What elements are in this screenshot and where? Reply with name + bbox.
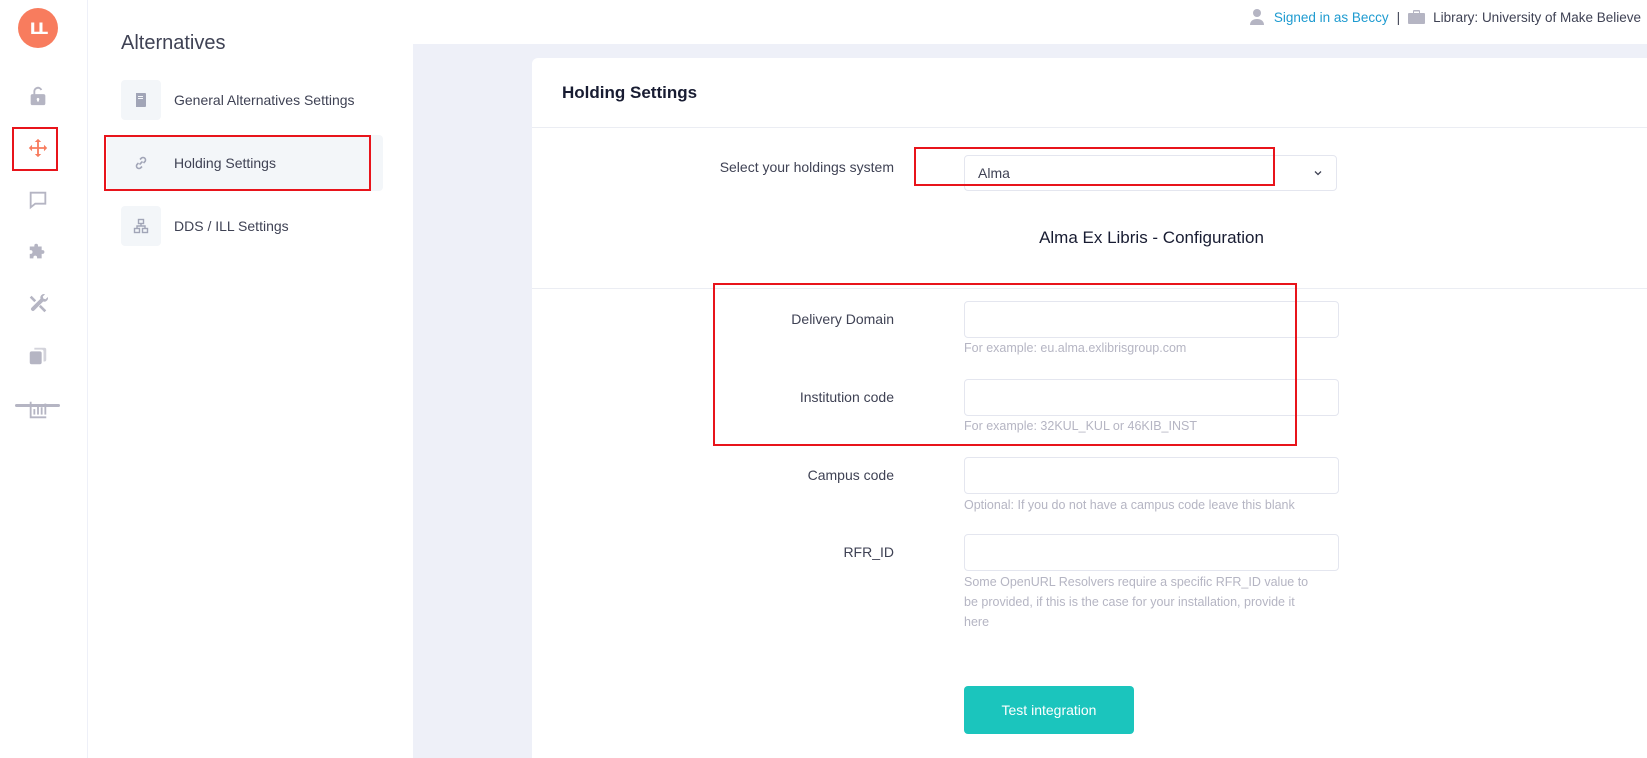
menu-item-label: Holding Settings (174, 155, 276, 171)
app-logo[interactable]: LL (18, 8, 58, 48)
menu-item-label: DDS / ILL Settings (174, 218, 289, 234)
institution-code-label: Institution code (799, 389, 894, 405)
library-label: Library: University of Make Believe (1433, 9, 1641, 25)
menu-item-general-alternatives[interactable]: General Alternatives Settings (107, 72, 383, 128)
campus-code-help: Optional: If you do not have a campus co… (964, 498, 1295, 512)
campus-code-input[interactable] (964, 457, 1339, 494)
delivery-domain-label: Delivery Domain (791, 311, 894, 327)
unlock-icon[interactable] (18, 76, 58, 116)
puzzle-icon[interactable] (18, 232, 58, 272)
chat-bubble-icon[interactable] (18, 180, 58, 220)
holdings-system-select[interactable]: Alma (964, 155, 1337, 191)
menu-item-dds-ill-settings[interactable]: DDS / ILL Settings (107, 198, 383, 254)
delivery-domain-help: For example: eu.alma.exlibrisgroup.com (964, 341, 1187, 355)
configuration-title: Alma Ex Libris - Configuration (1039, 228, 1264, 247)
bar-chart-icon[interactable] (18, 390, 58, 430)
campus-code-label: Campus code (807, 467, 894, 483)
test-integration-button[interactable]: Test integration (964, 686, 1134, 734)
institution-code-help: For example: 32KUL_KUL or 46KIB_INST (964, 419, 1197, 433)
submenu-title: Alternatives (121, 32, 226, 54)
tools-icon[interactable] (18, 284, 58, 324)
topbar: Signed in as Beccy | Library: University… (1249, 6, 1641, 28)
holding-settings-card: Holding Settings Select your holdings sy… (532, 58, 1647, 758)
signed-in-link[interactable]: Signed in as Beccy (1274, 10, 1389, 25)
book-icon (121, 80, 161, 120)
app-root: LL Alternatives General Alternatives Set… (0, 0, 1647, 758)
network-icon (121, 206, 161, 246)
rfr-id-input[interactable] (964, 534, 1339, 571)
rfr-id-help: Some OpenURL Resolvers require a specifi… (964, 575, 1309, 629)
link-icon (121, 143, 161, 183)
briefcase-icon (1408, 10, 1426, 24)
alternatives-menu: Alternatives General Alternatives Settin… (89, 0, 413, 758)
card-header: Holding Settings (532, 58, 1647, 128)
copies-icon[interactable] (18, 336, 58, 376)
rfr-id-label: RFR_ID (843, 544, 894, 560)
topbar-separator: | (1396, 9, 1401, 25)
move-arrows-icon[interactable] (18, 128, 58, 168)
institution-code-input[interactable] (964, 379, 1339, 416)
user-icon (1249, 9, 1264, 25)
card-title: Holding Settings (562, 82, 698, 102)
icon-rail: LL (0, 0, 88, 758)
chevron-down-icon (1314, 171, 1322, 176)
holdings-system-value: Alma (978, 165, 1010, 181)
holdings-system-label: Select your holdings system (719, 159, 894, 175)
delivery-domain-input[interactable] (964, 301, 1339, 338)
section-divider (532, 288, 1647, 289)
menu-item-label: General Alternatives Settings (174, 92, 355, 108)
menu-item-holding-settings[interactable]: Holding Settings (107, 135, 383, 191)
